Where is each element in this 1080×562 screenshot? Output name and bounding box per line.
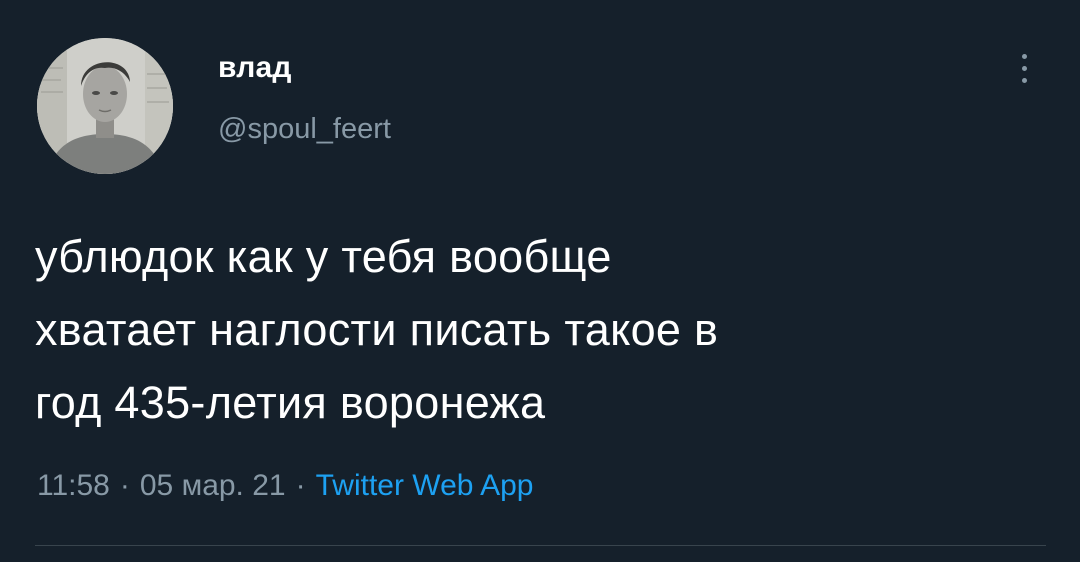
tweet-text: ублюдок как у тебя вообще хватает наглос… [35,231,719,428]
more-dot [1021,53,1027,59]
tweet-source-link[interactable]: Twitter Web App [316,469,534,502]
meta-separator: · [295,469,306,502]
tweet-meta: 11:58 · 05 мар. 21 · Twitter Web App [37,466,534,506]
tweet-time[interactable]: 11:58 [37,469,110,502]
more-dot [1021,65,1027,71]
more-dot [1021,77,1027,83]
avatar[interactable] [37,38,173,174]
tweet-author[interactable]: влад @spoul_feert [218,50,391,146]
divider [35,545,1046,546]
meta-separator: · [119,469,130,502]
tweet-date[interactable]: 05 мар. 21 [140,469,286,502]
more-vertical-icon[interactable] [1008,44,1040,92]
user-handle[interactable]: @spoul_feert [218,112,391,146]
tweet-card: влад @spoul_feert ублюдок как у тебя воо… [0,0,1080,562]
display-name[interactable]: влад [218,50,391,86]
avatar-photo [37,38,173,174]
